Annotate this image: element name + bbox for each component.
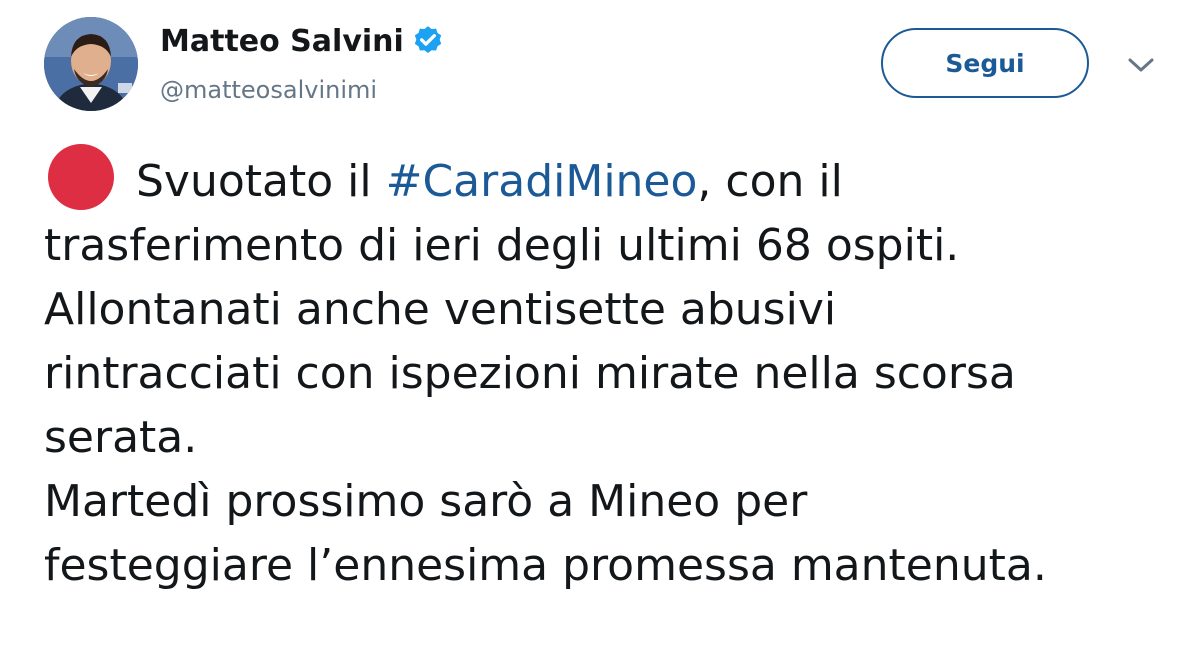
tweet-line: trasferimento di ieri degli ultimi 68 os…	[44, 220, 960, 271]
avatar-photo	[44, 17, 138, 111]
avatar[interactable]	[44, 17, 138, 111]
tweet-line: Allontanati anche ventisette abusivi	[44, 284, 837, 335]
user-handle[interactable]: @matteosalvinimi	[160, 74, 377, 106]
follow-button[interactable]: Segui	[881, 28, 1089, 98]
display-name[interactable]: Matteo Salvini	[160, 22, 446, 62]
verified-badge-icon	[414, 26, 441, 53]
display-name-text[interactable]: Matteo Salvini	[160, 22, 404, 62]
tweet-line: serata.	[44, 412, 198, 463]
tweet-text: Svuotato il #CaradiMineo, con il trasfer…	[44, 144, 1174, 598]
tweet-text-segment: , con il	[697, 156, 843, 207]
tweet-line: festeggiare l’ennesima promessa mantenut…	[44, 540, 1047, 591]
tweet-line: Martedì prossimo sarò a Mineo per	[44, 476, 808, 527]
red-circle-emoji-icon	[48, 144, 114, 210]
hashtag-link[interactable]: #CaradiMineo	[386, 156, 698, 207]
tweet-line: rintracciati con ispezioni mirate nella …	[44, 348, 1016, 399]
tweet-text-segment: Svuotato il	[136, 156, 386, 207]
chevron-down-icon[interactable]	[1126, 54, 1156, 76]
tweet-card: Matteo Salvini @matteosalvinimi Segui Sv…	[0, 0, 1200, 668]
tweet-line: Svuotato il #CaradiMineo, con il	[44, 144, 1174, 214]
